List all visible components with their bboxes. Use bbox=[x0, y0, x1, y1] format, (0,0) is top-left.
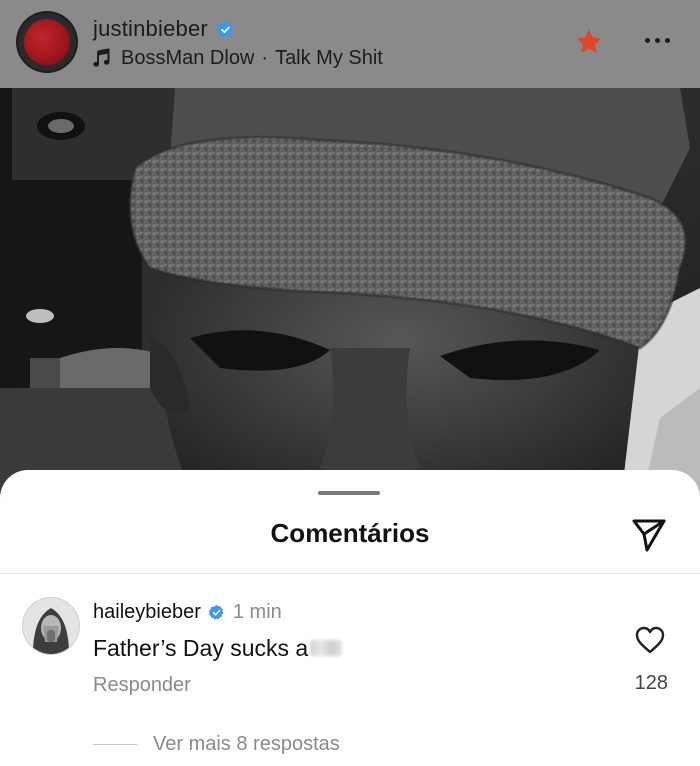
music-row[interactable]: BossMan Dlow · Talk My Shit bbox=[93, 44, 383, 72]
post-photo[interactable] bbox=[0, 88, 700, 508]
music-note-icon bbox=[93, 48, 110, 67]
avatar-image bbox=[24, 19, 70, 65]
verified-badge-icon bbox=[216, 20, 233, 37]
verified-badge-icon bbox=[208, 604, 224, 619]
reply-button[interactable]: Responder bbox=[93, 674, 191, 697]
replies-line bbox=[93, 743, 137, 745]
censor-blur bbox=[310, 640, 343, 656]
favorite-star-button[interactable] bbox=[573, 25, 605, 57]
sheet-divider bbox=[0, 573, 700, 574]
post-header: justinbieber BossMan Dlow · Talk My Shit bbox=[0, 0, 700, 88]
comment-body: Father’s Day sucks a bbox=[93, 634, 309, 661]
music-artist: BossMan Dlow bbox=[121, 46, 255, 69]
post-username[interactable]: justinbieber bbox=[93, 16, 208, 42]
profile-avatar[interactable] bbox=[18, 13, 76, 71]
music-separator: · bbox=[261, 46, 269, 69]
comment-avatar-image bbox=[23, 598, 79, 654]
more-dot bbox=[644, 37, 650, 43]
comment-username[interactable]: haileybieber bbox=[93, 601, 201, 624]
star-icon bbox=[576, 28, 602, 53]
send-icon bbox=[632, 519, 666, 552]
comments-sheet: Comentários haileybieber 1 min Father’s … bbox=[0, 470, 700, 766]
post-photo-image bbox=[0, 88, 700, 508]
comments-title: Comentários bbox=[270, 518, 430, 548]
username-row: justinbieber bbox=[93, 14, 235, 44]
music-track: Talk My Shit bbox=[275, 46, 383, 69]
sheet-drag-handle[interactable] bbox=[318, 491, 380, 495]
like-count: 128 bbox=[634, 672, 668, 694]
heart-outline-icon bbox=[635, 626, 665, 654]
more-dot bbox=[654, 37, 660, 43]
comment-timestamp: 1 min bbox=[232, 600, 282, 623]
view-more-replies[interactable]: Ver mais 8 respostas bbox=[93, 731, 340, 757]
share-button[interactable] bbox=[630, 515, 668, 553]
comment-text: Father’s Day sucks a bbox=[93, 632, 343, 664]
view-more-label: Ver mais 8 respostas bbox=[153, 732, 340, 755]
comment-avatar[interactable] bbox=[23, 598, 79, 654]
more-options-button[interactable] bbox=[640, 28, 674, 52]
comment-user-row: haileybieber 1 min bbox=[93, 598, 282, 626]
more-dot bbox=[664, 37, 670, 43]
like-button[interactable] bbox=[634, 625, 666, 655]
